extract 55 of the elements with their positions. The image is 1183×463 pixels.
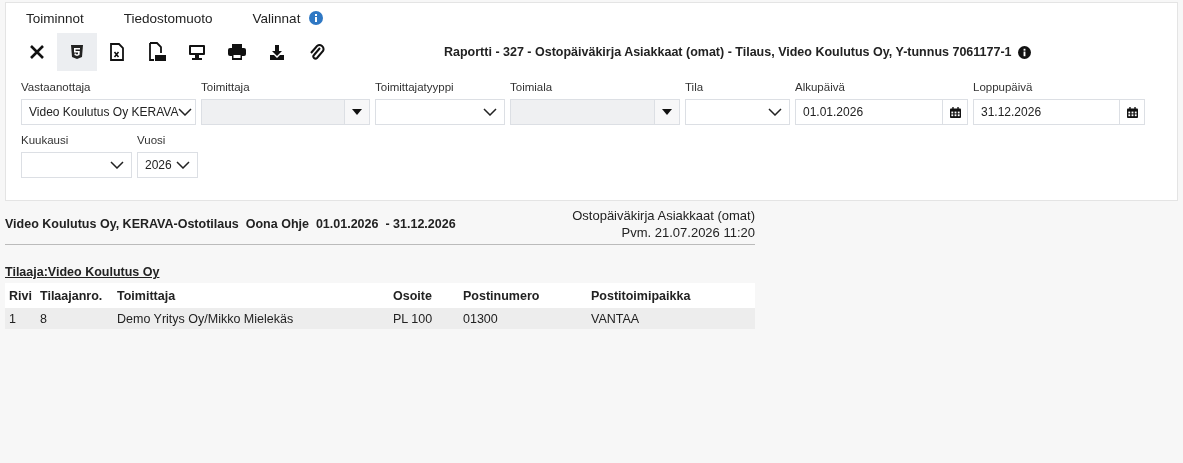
dropdown-field[interactable] — [685, 99, 790, 125]
menu-item[interactable]: Toiminnot — [26, 10, 84, 26]
table-cell-text: PL 100 — [393, 311, 434, 326]
field-label: Tila — [685, 81, 705, 95]
field-label: Loppupäivä — [973, 81, 1034, 95]
close-icon — [29, 44, 45, 60]
chevron-icon — [178, 108, 193, 116]
table-cell-text: 01300 — [463, 311, 499, 326]
dropdown-field[interactable]: 2026 — [137, 152, 198, 178]
caret-icon — [662, 109, 672, 115]
column-header: Osoite — [393, 288, 433, 303]
report-title: Raportti - 327 - Ostopäiväkirja Asiakkaat (omat) - Tilaus, Video Koulutus Oy, Y-tunnus 7061177-1 — [444, 45, 1012, 59]
info-icon[interactable] — [1017, 45, 1031, 59]
field-label: Toimittajatyyppi — [375, 81, 455, 95]
monitor-icon — [188, 44, 206, 60]
dropdown-field[interactable] — [375, 99, 505, 125]
chevron-icon — [176, 161, 190, 169]
table-cell-text: VANTAA — [591, 311, 641, 326]
html5-icon — [69, 44, 85, 60]
column-header: Tilaajanro. — [40, 288, 104, 303]
chevron-icon — [768, 108, 782, 116]
chevron-icon — [483, 108, 497, 116]
dropdown-field[interactable]: Video Koulutus Oy KERAVA — [21, 99, 196, 125]
html5-button[interactable] — [57, 33, 97, 71]
field-label: Vastaanottaja — [21, 81, 92, 95]
menu-item[interactable]: Valinnat — [252, 10, 301, 26]
date-field[interactable]: 01.01.2026 — [795, 99, 968, 125]
table-cell-text: Demo Yritys Oy/Mikko Mielekäs — [117, 311, 295, 326]
field-label: Vuosi — [137, 134, 167, 148]
report-heading: Video Koulutus Oy, KERAVA-Ostotilaus Oona Ohje 01.01.2026 - 31.12.2026 — [5, 217, 456, 231]
print-date: Pvm. 21.07.2026 11:20 — [621, 224, 755, 241]
field-label: Alkupäivä — [795, 81, 846, 95]
dropdown-field[interactable] — [21, 152, 132, 178]
column-header: Toimittaja — [117, 288, 177, 303]
field-label: Toimittaja — [201, 81, 251, 95]
paperclip-icon — [309, 43, 325, 61]
download-icon — [269, 44, 285, 60]
date-field[interactable]: 31.12.2026 — [973, 99, 1145, 125]
excel-file-icon — [109, 43, 125, 61]
pdf-file-icon — [148, 42, 166, 62]
caret-icon — [352, 109, 362, 115]
report-name: Ostopäiväkirja Asiakkaat (omat) — [572, 207, 755, 224]
column-header: Postinumero — [463, 288, 541, 303]
calendar-icon — [949, 106, 961, 118]
field-label: Toimiala — [510, 81, 554, 95]
column-header: Rivi — [9, 288, 33, 303]
group-heading: Tilaaja:Video Koulutus Oy — [5, 265, 160, 279]
field-label: Kuukausi — [21, 134, 70, 148]
chevron-icon — [110, 161, 124, 169]
table-cell-text: 1 — [9, 311, 17, 326]
calendar-icon — [1126, 106, 1138, 118]
table-cell-text: 8 — [40, 311, 48, 326]
menu-item[interactable]: Tiedostomuoto — [123, 10, 213, 26]
printer-icon — [228, 44, 246, 60]
column-header: Postitoimipaikka — [591, 288, 692, 303]
